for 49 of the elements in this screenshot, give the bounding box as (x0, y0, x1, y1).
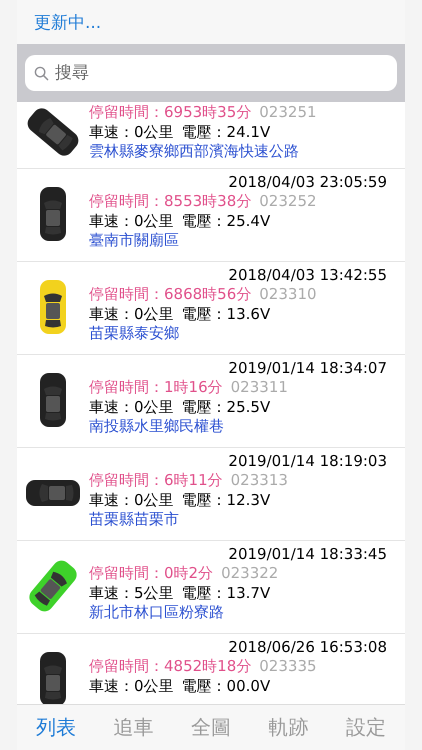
stay-duration: 停留時間：4852時18分 (89, 657, 252, 676)
address-text: 雲林縣麥寮鄉西部濱海快速公路 (89, 142, 300, 162)
speed-text: 車速：0公里 (89, 304, 174, 324)
voltage-text: 電壓：00.0V (182, 676, 270, 696)
vehicle-row[interactable]: 2019/01/14 18:34:07 停留時間：1時16分 023311 車速：0公里 電壓：25.5V 南投縣水里鄉民權巷 (17, 354, 405, 448)
vehicle-row[interactable]: 停留時間：6953時35分 023251 車速：0公里 電壓：24.1V 雲林縣麥寮鄉西部濱海快速公路 (17, 102, 405, 168)
vehicle-row[interactable]: 2019/01/14 18:33:45 停留時間：0時2分 023322 車速：5公里 電壓：13.7V 新北市林口區粉寮路 (17, 540, 405, 634)
address-text: 南投縣水里鄉民權巷 (89, 417, 225, 436)
speed-text: 車速：0公里 (89, 398, 174, 417)
stay-duration: 停留時間：6868時56分 (89, 285, 252, 304)
stay-duration: 停留時間：8553時38分 (89, 192, 252, 212)
vehicle-row[interactable]: 2018/04/03 23:05:59 停留時間：8553時38分 023252 車速：0公里 電壓：25.4V 臺南市關廟區 (17, 168, 405, 262)
vehicle-id: 023252 (259, 192, 317, 212)
speed-text: 車速：0公里 (89, 212, 174, 231)
address-text: 臺南市關廟區 (89, 231, 180, 250)
date-time: 2019/01/14 18:33:45 (228, 544, 387, 564)
stay-duration: 停留時間：6953時35分 (89, 103, 252, 122)
speed-text: 車速：5公里 (89, 584, 174, 603)
speed-text: 車速：0公里 (89, 490, 174, 510)
date-time: 2019/01/14 18:34:07 (228, 358, 387, 378)
speed-text: 車速：0公里 (89, 676, 174, 696)
voltage-text: 電壓：25.5V (182, 398, 270, 417)
vehicle-id: 023310 (259, 285, 317, 304)
status-text: 更新中... (34, 12, 102, 34)
vehicle-id: 023311 (230, 378, 288, 398)
address-text: 苗栗縣苗栗市 (89, 510, 180, 530)
vehicle-id: 023251 (259, 103, 317, 122)
search-field[interactable]: 搜尋 (25, 55, 397, 91)
voltage-text: 電壓：13.6V (182, 304, 270, 324)
vehicle-row[interactable]: 2019/01/14 18:19:03 停留時間：6時11分 023313 車速：0公里 電壓：12.3V 苗栗縣苗栗市 (17, 448, 405, 540)
voltage-text: 電壓：13.7V (182, 584, 270, 603)
stay-duration: 停留時間：6時11分 (89, 471, 223, 490)
stay-duration: 停留時間：0時2分 (89, 564, 214, 584)
voltage-text: 電壓：25.4V (182, 212, 270, 231)
address-text: 苗栗縣泰安鄉 (89, 324, 180, 344)
address-text: 新北市林口區粉寮路 (89, 603, 225, 622)
tab[interactable]: 列表 (30, 710, 82, 745)
date-time: 2018/04/03 23:05:59 (228, 172, 387, 192)
vehicle-id: 023322 (221, 564, 278, 584)
date-time: 2019/01/14 18:19:03 (228, 452, 387, 471)
vehicle-row[interactable]: 2018/04/03 13:42:55 停留時間：6868時56分 023310 車速：0公里 電壓：13.6V 苗栗縣泰安鄉 (17, 262, 405, 354)
vehicle-id: 023335 (259, 657, 317, 676)
voltage-text: 電壓：12.3V (182, 490, 270, 510)
voltage-text: 電壓：24.1V (182, 122, 270, 142)
stay-duration: 停留時間：1時16分 (89, 378, 223, 398)
date-time: 2018/04/03 13:42:55 (228, 266, 387, 285)
date-time: 2018/06/26 16:53:08 (228, 638, 387, 657)
vehicle-id: 023313 (230, 471, 288, 490)
speed-text: 車速：0公里 (89, 122, 174, 142)
